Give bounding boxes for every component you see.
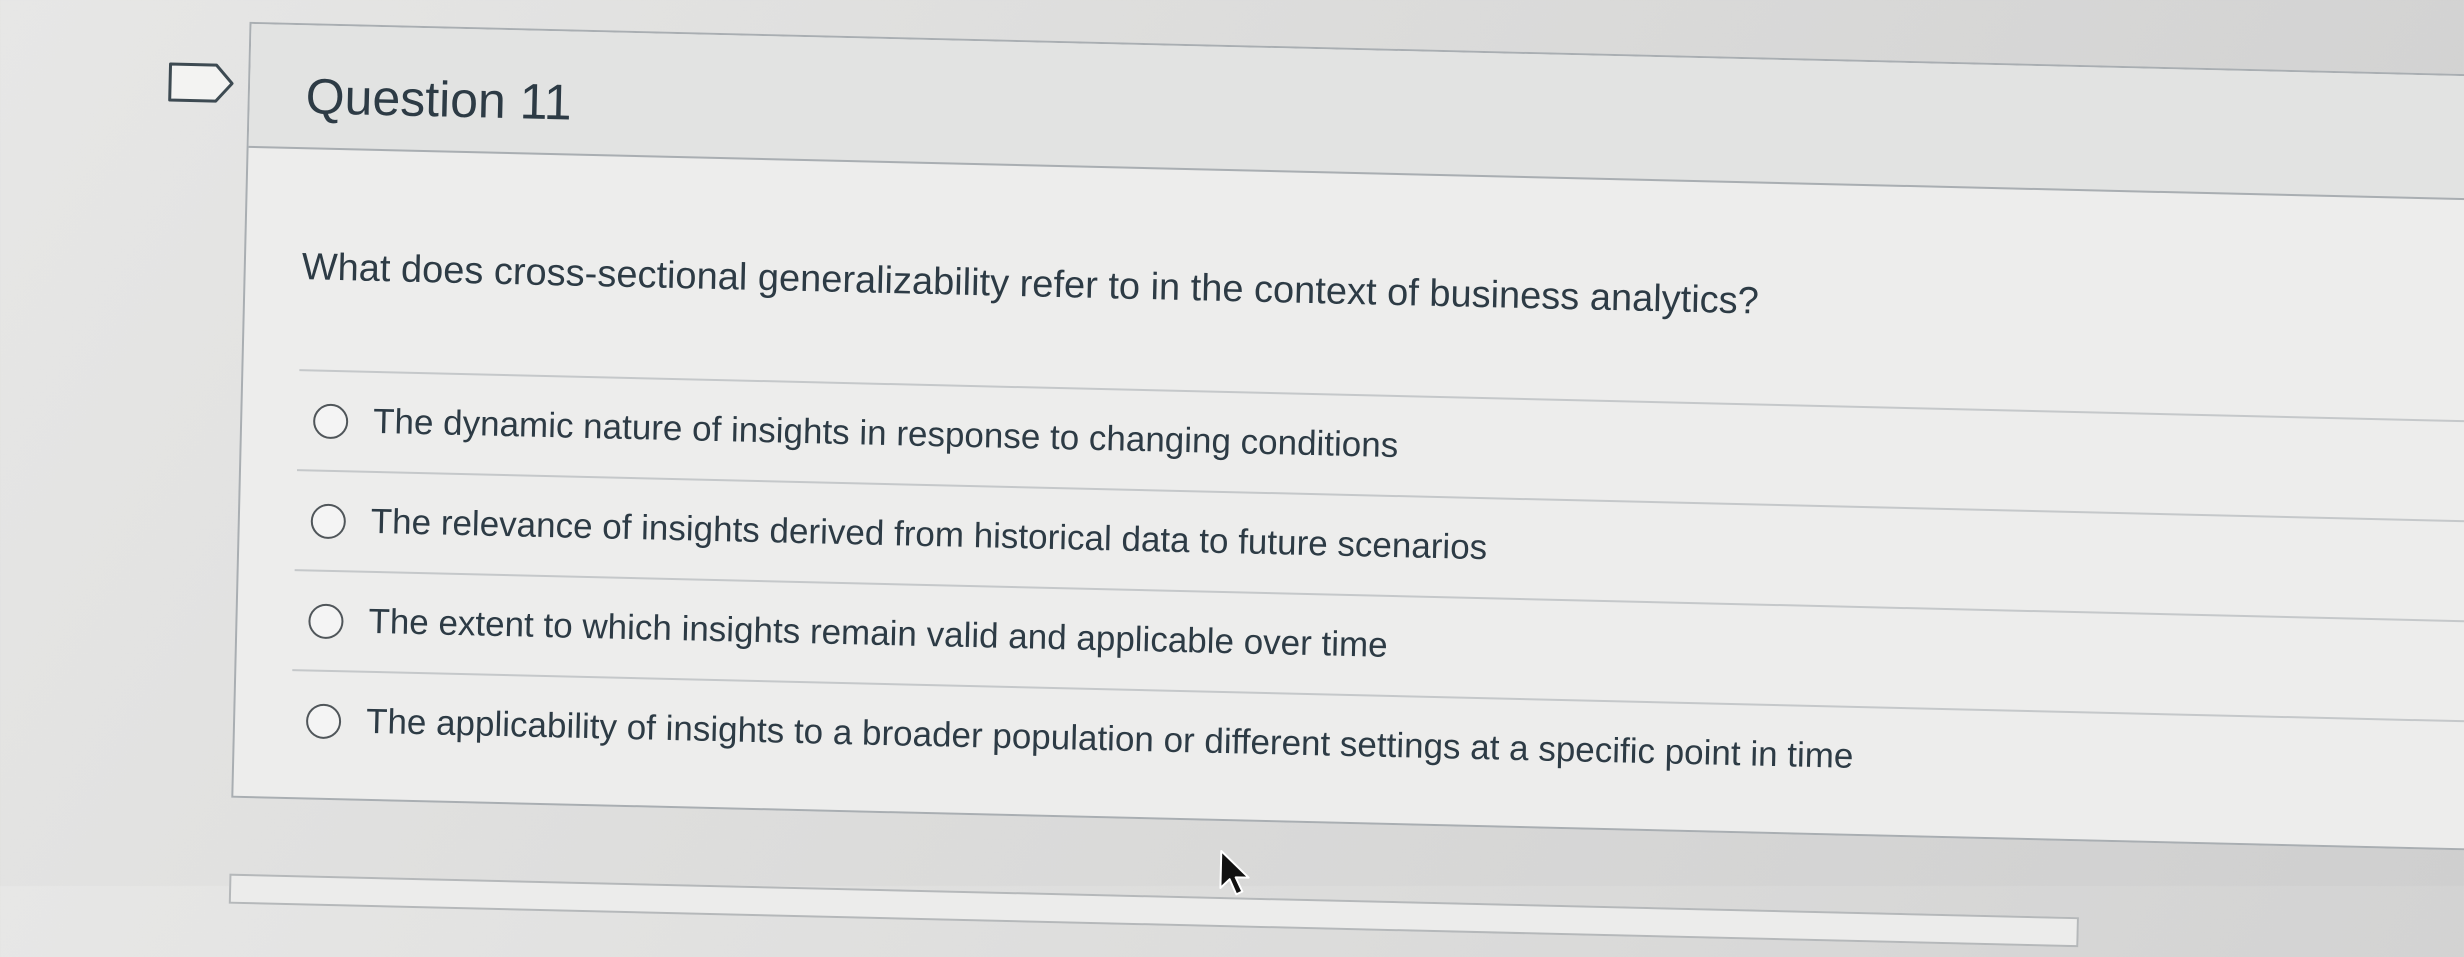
next-question-card-edge bbox=[228, 873, 2079, 948]
question-card: Question 11 What does cross-sectional ge… bbox=[231, 21, 2464, 851]
answer-label-3[interactable]: The extent to which insights remain vali… bbox=[368, 602, 1388, 666]
answer-label-4[interactable]: The applicability of insights to a broad… bbox=[366, 702, 1854, 777]
radio-button-4[interactable] bbox=[305, 702, 342, 739]
question-title: Question 11 bbox=[305, 68, 573, 131]
quiz-page: Question 11 What does cross-sectional ge… bbox=[0, 0, 2464, 948]
answer-label-2[interactable]: The relevance of insights derived from h… bbox=[370, 502, 1487, 568]
mouse-cursor-icon bbox=[1219, 850, 1250, 896]
flag-icon[interactable] bbox=[166, 60, 239, 106]
answer-list: The dynamic nature of insights in respon… bbox=[289, 369, 2464, 821]
question-text: What does cross-sectional generalizabili… bbox=[301, 246, 1760, 323]
answer-label-1[interactable]: The dynamic nature of insights in respon… bbox=[373, 402, 1399, 466]
radio-button-2[interactable] bbox=[310, 502, 347, 539]
radio-button-1[interactable] bbox=[312, 403, 349, 439]
question-header: Question 11 bbox=[248, 23, 2464, 202]
radio-button-3[interactable] bbox=[308, 602, 344, 639]
